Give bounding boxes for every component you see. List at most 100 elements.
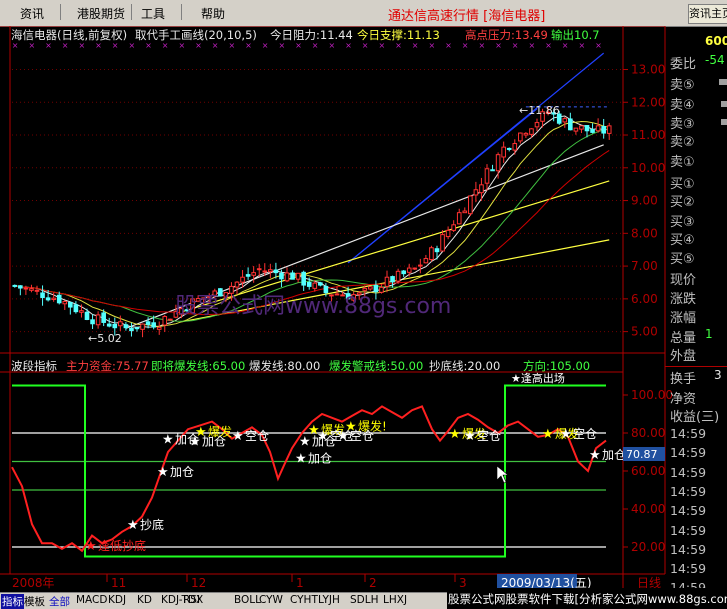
order-book-label: 卖⑤ — [670, 78, 695, 93]
candle-body — [368, 286, 373, 290]
candle-body — [12, 284, 18, 287]
stat-value: 3 — [714, 368, 722, 382]
candle-body — [145, 321, 151, 325]
signal-label: 加仓 — [170, 465, 194, 479]
indicator-tab[interactable]: BOLL — [234, 594, 261, 606]
candlestick-series: × × × × × × × × × × × × × × × × × × × × × × × × × × × × × × × × × × × × — [12, 41, 612, 338]
price-tick-label: 10.00 — [631, 161, 665, 175]
price-tick-label: 12.00 — [631, 95, 665, 109]
signal-markers: ★ 逢低抄底★ 抄底★ 加仓★ 加仓★ 加仓★ 爆发 ★ 空仓★ 加仓★ 加仓★ 爆发★ 空仓★ 爆发!★… — [85, 418, 626, 554]
candle-body — [123, 324, 129, 329]
candle-body — [468, 195, 473, 215]
candle-body — [29, 288, 34, 291]
candle-body — [562, 118, 568, 123]
x-tick-label: 1 — [296, 576, 304, 590]
order-book-label: 买① — [670, 177, 695, 192]
candle-body — [79, 310, 84, 313]
candle-body — [512, 143, 518, 151]
order-book-label: 买③ — [670, 215, 695, 230]
candle-body — [484, 168, 490, 184]
candle-body — [256, 268, 262, 271]
candle-body — [295, 272, 301, 280]
menu-item-help[interactable]: 帮助 — [201, 5, 225, 22]
signal-label: 空仓 — [573, 427, 597, 441]
signal-star-icon: ★ — [195, 425, 207, 440]
x-tick-label: 12 — [191, 576, 206, 590]
candle-body — [318, 282, 323, 286]
x-tick-label: 2 — [369, 576, 377, 590]
stat-label: 换手 — [670, 372, 697, 387]
indicator-tab[interactable]: 指标 — [1, 594, 24, 609]
indicator-tab[interactable]: KDJ — [108, 594, 126, 606]
indicator-tab[interactable]: LYJH — [318, 594, 340, 606]
menu-item-news[interactable]: 资讯 — [20, 5, 44, 22]
signal-star-icon: ★ — [85, 539, 97, 554]
indicator-tab[interactable]: RSI — [183, 594, 200, 606]
order-book-label: 卖③ — [670, 117, 695, 132]
x-tick-label: 11 — [111, 576, 126, 590]
candle-body — [423, 258, 429, 264]
tick-time: 14:59 — [670, 483, 707, 499]
order-volume-bar — [721, 101, 727, 107]
x-tick-label: 2008年 — [12, 576, 55, 590]
menu-bar: 资讯 港股期货 工具 帮助 通达信高速行情 [海信电器] 资讯主页 — [0, 0, 727, 27]
order-book-label: 外盘 — [670, 349, 697, 364]
indicator-tick-label: 60.00 — [631, 464, 665, 478]
candle-body — [506, 147, 512, 150]
signal-label: 空仓 — [350, 429, 374, 443]
tick-time: 14:59 — [670, 426, 707, 441]
candle-body — [156, 326, 162, 330]
signal-cross-marker: × — [445, 41, 452, 50]
candle-body — [362, 287, 368, 291]
candle-body — [445, 229, 451, 238]
signal-star-icon: ★ — [127, 518, 139, 533]
signal-star-icon: ★ — [232, 429, 244, 444]
stock-title: 海信电器(日线,前复权) — [11, 28, 128, 42]
indicator-tab[interactable]: 全部 — [49, 594, 70, 609]
indicator-tab[interactable]: MACD — [76, 594, 107, 606]
signal-label: 逢低抄底 — [98, 538, 146, 553]
order-book-label: 卖② — [670, 135, 695, 150]
indicator-grid — [12, 432, 606, 548]
candle-body — [34, 289, 40, 292]
sub-indicator-title: 波段指标 — [11, 359, 57, 373]
candle-body — [40, 292, 45, 299]
menu-item-hk-futures[interactable]: 港股期货 — [77, 5, 125, 22]
high-marker-label: ←11.86 — [519, 104, 560, 117]
candle-body — [273, 269, 279, 274]
indicator-tab[interactable]: KD — [137, 594, 152, 606]
indicator-tab[interactable]: 模板 — [24, 594, 45, 609]
indicator-tab[interactable]: CYHT — [290, 594, 318, 606]
signal-star-icon: ★ — [295, 452, 307, 467]
burst-warning-label: 爆发警戒线:50.00 — [329, 359, 424, 373]
menu-item-tools[interactable]: 工具 — [141, 5, 165, 22]
candle-body — [284, 272, 290, 282]
candle-body — [418, 264, 423, 267]
candle-body — [534, 122, 540, 128]
direction-label: 方向:105.00 — [523, 359, 591, 373]
order-book-label: 买② — [670, 195, 695, 210]
candle-body — [473, 189, 479, 196]
candle-body — [268, 269, 273, 273]
signal-label: 空仓 — [245, 429, 269, 443]
candle-body — [101, 312, 106, 323]
bottom-line-label: 抄底线:20.00 — [429, 359, 501, 373]
candle-body — [490, 169, 495, 172]
order-book-label: 涨跌 — [670, 292, 697, 307]
candle-body — [84, 311, 90, 320]
order-book-label: 买④ — [670, 233, 695, 248]
indicator-tab[interactable]: SDLH — [350, 594, 379, 606]
candle-body — [462, 210, 468, 214]
indicator-tab[interactable]: CYW — [259, 594, 283, 606]
price-tick-label: 7.00 — [631, 259, 658, 273]
info-homepage-button[interactable]: 资讯主页 — [688, 4, 727, 24]
chart-area[interactable]: × × × × × × × × × × × × × × × × × × × × × × × × × × × × × × × × × × × × 13.… — [0, 26, 727, 592]
order-book-label: 总量 — [670, 331, 697, 346]
output-label: 输出10.7 — [551, 28, 600, 42]
signal-star-icon: ★ — [157, 465, 169, 480]
tick-time: 14:59 — [670, 561, 707, 577]
burst-line-label: 爆发线:80.00 — [249, 359, 321, 373]
indicator-tab[interactable]: LHXJ — [383, 594, 407, 606]
candle-body — [606, 125, 612, 134]
candle-body — [301, 271, 306, 286]
